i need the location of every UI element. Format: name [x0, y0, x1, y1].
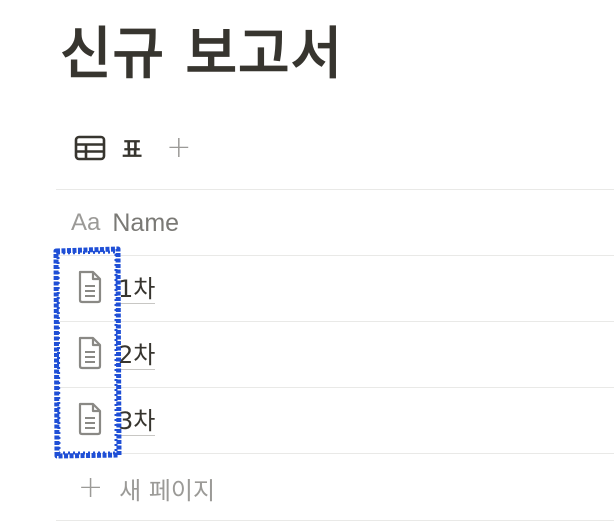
new-page-button[interactable]: + 새 페이지 [56, 456, 614, 520]
divider [56, 453, 614, 454]
document-icon [56, 335, 104, 375]
table-header-name-column[interactable]: Aa Name [56, 191, 614, 255]
divider [56, 189, 614, 190]
table-icon [74, 135, 106, 161]
document-icon [56, 269, 104, 309]
new-page-label: 새 페이지 [119, 476, 216, 505]
row-title[interactable]: 1차 [118, 275, 156, 304]
table-row[interactable]: 1차 [56, 257, 614, 321]
divider [56, 255, 614, 256]
plus-icon: + [78, 470, 104, 505]
table-row[interactable]: 3차 [56, 389, 614, 453]
page-title[interactable]: 신규 보고서 [60, 20, 343, 90]
tab-table-view-label: 표 [122, 138, 143, 163]
table-row[interactable]: 2차 [56, 323, 614, 387]
view-bar: 표 + [74, 130, 191, 166]
tab-table-view[interactable]: 표 [74, 132, 142, 164]
divider [56, 387, 614, 388]
document-icon [56, 401, 104, 441]
row-title[interactable]: 3차 [118, 407, 156, 436]
row-title[interactable]: 2차 [118, 341, 156, 370]
column-header-name: Name [112, 208, 180, 237]
add-view-plus-icon[interactable]: + [166, 133, 191, 163]
page: 신규 보고서 표 + Aa Name 1차 2차 3차 + 새 페이지 [0, 0, 614, 532]
text-property-icon: Aa [71, 209, 101, 236]
divider [56, 520, 614, 521]
divider [56, 321, 614, 322]
